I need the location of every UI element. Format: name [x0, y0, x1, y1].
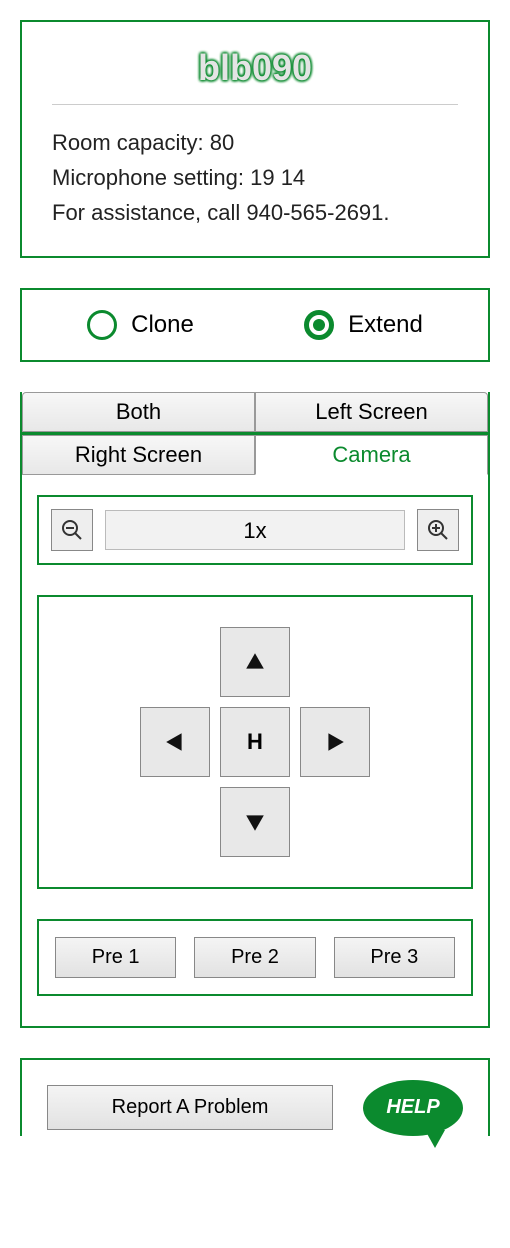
preset-1-button[interactable]: Pre 1: [55, 937, 176, 978]
zoom-in-button[interactable]: [417, 509, 459, 551]
preset-2-button[interactable]: Pre 2: [194, 937, 315, 978]
footer-row: Report A Problem HELP: [22, 1060, 488, 1136]
display-mode-group: Clone Extend: [20, 288, 490, 362]
preset-3-button[interactable]: Pre 3: [334, 937, 455, 978]
arrow-right-icon: [324, 731, 346, 753]
radio-label-clone: Clone: [131, 311, 194, 339]
dpad-right-button[interactable]: [300, 707, 370, 777]
room-title: blb090: [52, 47, 458, 104]
tab-right-screen[interactable]: Right Screen: [22, 435, 255, 475]
tab-both[interactable]: Both: [22, 392, 255, 432]
tab-camera[interactable]: Camera: [255, 435, 488, 475]
divider: [52, 104, 458, 105]
radio-icon: [87, 310, 117, 340]
zoom-out-button[interactable]: [51, 509, 93, 551]
tab-row-1: Both Left Screen: [22, 392, 488, 435]
room-assist: For assistance, call 940-565-2691.: [52, 195, 458, 230]
arrow-down-icon: [244, 811, 266, 833]
radio-icon-selected: [304, 310, 334, 340]
dpad-home-button[interactable]: H: [220, 707, 290, 777]
dpad-box: H: [37, 595, 473, 889]
zoom-row: 1x: [37, 495, 473, 565]
help-button[interactable]: HELP: [363, 1080, 463, 1136]
zoom-display: 1x: [105, 510, 405, 550]
room-info-panel: blb090 Room capacity: 80 Microphone sett…: [20, 20, 490, 258]
radio-clone[interactable]: Clone: [87, 310, 194, 340]
dpad-up-button[interactable]: [220, 627, 290, 697]
preset-box: Pre 1 Pre 2 Pre 3: [37, 919, 473, 996]
dpad: H: [140, 627, 370, 857]
room-mic: Microphone setting: 19 14: [52, 160, 458, 195]
tab-left-screen[interactable]: Left Screen: [255, 392, 488, 432]
arrow-up-icon: [244, 651, 266, 673]
radio-extend[interactable]: Extend: [304, 310, 423, 340]
tab-body-camera: 1x H: [22, 475, 488, 1026]
report-problem-button[interactable]: Report A Problem: [47, 1085, 333, 1130]
footer-panel: Report A Problem HELP: [20, 1058, 490, 1136]
arrow-left-icon: [164, 731, 186, 753]
tabs-section: Both Left Screen Right Screen Camera 1x: [20, 392, 490, 1028]
help-label: HELP: [386, 1096, 439, 1119]
dpad-down-button[interactable]: [220, 787, 290, 857]
zoom-out-icon: [60, 518, 84, 542]
zoom-in-icon: [426, 518, 450, 542]
radio-label-extend: Extend: [348, 311, 423, 339]
room-capacity: Room capacity: 80: [52, 125, 458, 160]
tab-row-2: Right Screen Camera: [22, 435, 488, 475]
dpad-left-button[interactable]: [140, 707, 210, 777]
